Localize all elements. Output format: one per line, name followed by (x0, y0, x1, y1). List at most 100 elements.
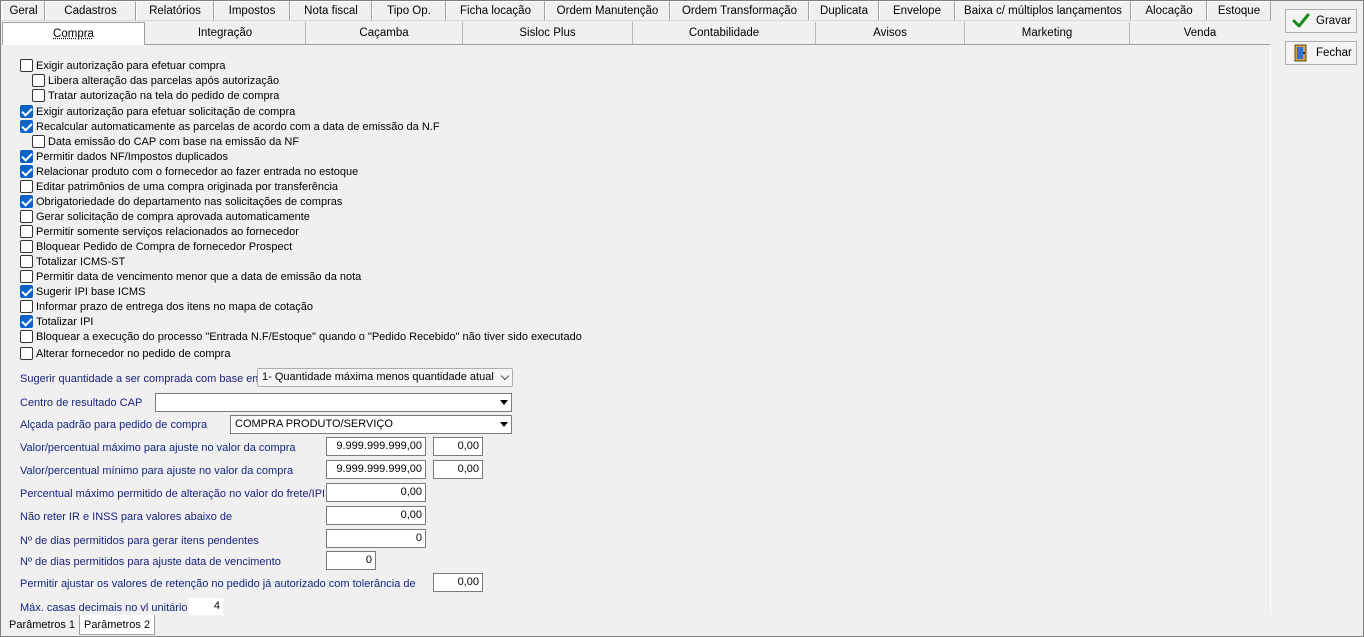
option-row[interactable]: Bloquear Pedido de Compra de fornecedor … (20, 239, 292, 254)
centro-select[interactable] (155, 393, 512, 412)
option-row[interactable]: Exigir autorização para efetuar compra (20, 58, 226, 73)
option-checkbox[interactable] (20, 210, 33, 223)
option-row[interactable]: Data emissão do CAP com base na emissão … (32, 134, 299, 149)
close-button[interactable]: Fechar (1285, 41, 1357, 65)
option-label: Alterar fornecedor no pedido de compra (36, 347, 231, 360)
option-row[interactable]: Totalizar ICMS-ST (20, 254, 125, 269)
option-checkbox[interactable] (20, 180, 33, 193)
tab-avisos[interactable]: Avisos (816, 22, 965, 44)
vmax-label: Valor/percentual máximo para ajuste no v… (20, 442, 296, 454)
tab-parametros-1[interactable]: Parâmetros 1 (5, 615, 79, 635)
option-label: Relacionar produto com o fornecedor ao f… (36, 165, 359, 178)
vmin-percent-input[interactable]: 0,00 (433, 460, 483, 479)
tab-geral[interactable]: Geral (2, 1, 45, 21)
option-row[interactable]: Alterar fornecedor no pedido de compra (20, 346, 230, 361)
option-checkbox[interactable] (20, 270, 33, 283)
vmax-percent-input[interactable]: 0,00 (433, 437, 483, 456)
tab-ficha-locacao[interactable]: Ficha locação (446, 1, 545, 21)
option-row[interactable]: Exigir autorização para efetuar solicita… (20, 104, 295, 119)
option-label: Totalizar ICMS-ST (36, 255, 126, 268)
tab-integracao[interactable]: Integração (145, 22, 306, 44)
sugerir-select[interactable]: 1- Quantidade máxima menos quantidade at… (257, 368, 513, 387)
tab-row-secondary: Compra Integração Caçamba Sisloc Plus Co… (2, 22, 1270, 45)
option-checkbox[interactable] (32, 135, 45, 148)
vmin-value-input[interactable]: 9.999.999.999,00 (326, 460, 426, 479)
option-checkbox[interactable] (20, 330, 33, 343)
option-checkbox[interactable] (20, 165, 33, 178)
option-row[interactable]: Tratar autorização na tela do pedido de … (32, 88, 279, 103)
tab-estoque[interactable]: Estoque (1207, 1, 1271, 21)
option-row[interactable]: Permitir dados NF/Impostos duplicados (20, 149, 228, 164)
option-row[interactable]: Permitir somente serviços relacionados a… (20, 224, 299, 239)
option-checkbox[interactable] (20, 225, 33, 238)
tab-row-primary: Geral Cadastros Relatórios Impostos Nota… (2, 1, 1271, 21)
tab-ordem-transformacao[interactable]: Ordem Transformação (670, 1, 809, 21)
option-row[interactable]: Editar patrimônios de uma compra origina… (20, 179, 338, 194)
option-checkbox[interactable] (20, 285, 33, 298)
retencao-label: Permitir ajustar os valores de retenção … (20, 578, 416, 590)
dias-itens-input[interactable]: 0 (326, 529, 426, 548)
option-checkbox[interactable] (20, 240, 33, 253)
sugerir-label: Sugerir quantidade a ser comprada com ba… (20, 373, 262, 385)
tab-alocacao[interactable]: Alocação (1131, 1, 1207, 21)
option-checkbox[interactable] (20, 195, 33, 208)
option-label: Exigir autorização para efetuar compra (36, 59, 226, 72)
option-checkbox[interactable] (32, 74, 45, 87)
dias-venc-input[interactable]: 0 (326, 551, 376, 570)
tab-compra[interactable]: Compra (2, 22, 145, 45)
option-checkbox[interactable] (20, 347, 33, 360)
tab-cacamba[interactable]: Caçamba (306, 22, 463, 44)
option-checkbox[interactable] (32, 89, 45, 102)
option-checkbox[interactable] (20, 150, 33, 163)
alcada-select[interactable]: COMPRA PRODUTO/SERVIÇO (230, 415, 512, 434)
ir-inss-input[interactable]: 0,00 (326, 506, 426, 525)
option-checkbox[interactable] (20, 120, 33, 133)
dropdown-arrow-icon (496, 394, 511, 411)
tab-baixa-multiplos[interactable]: Baixa c/ múltiplos lançamentos (955, 1, 1131, 21)
centro-label: Centro de resultado CAP (20, 397, 143, 409)
option-row[interactable]: Obrigatoriedade do departamento nas soli… (20, 194, 342, 209)
tab-contabilidade[interactable]: Contabilidade (633, 22, 816, 44)
option-row[interactable]: Permitir data de vencimento menor que a … (20, 269, 361, 284)
frete-input[interactable]: 0,00 (326, 483, 426, 502)
tab-compra-label: Compra (53, 28, 94, 40)
tab-duplicata[interactable]: Duplicata (809, 1, 879, 21)
tab-cadastros[interactable]: Cadastros (45, 1, 136, 21)
tab-relatorios[interactable]: Relatórios (136, 1, 214, 21)
option-row[interactable]: Informar prazo de entrega dos itens no m… (20, 299, 313, 314)
tab-sisloc-plus[interactable]: Sisloc Plus (463, 22, 633, 44)
option-row[interactable]: Bloquear a execução do processo "Entrada… (20, 329, 582, 344)
dias-itens-label: Nº de dias permitidos para gerar itens p… (20, 535, 259, 547)
tab-ordem-manutencao[interactable]: Ordem Manutenção (545, 1, 670, 21)
casas-input[interactable]: 4 (188, 597, 224, 616)
option-label: Editar patrimônios de uma compra origina… (36, 180, 339, 193)
option-row[interactable]: Relacionar produto com o fornecedor ao f… (20, 164, 358, 179)
alcada-select-value: COMPRA PRODUTO/SERVIÇO (235, 418, 393, 430)
frete-label: Percentual máximo permitido de alteração… (20, 488, 326, 500)
compra-panel: Exigir autorização para efetuar compra Li… (5, 46, 1271, 616)
option-checkbox[interactable] (20, 59, 33, 72)
tab-nota-fiscal[interactable]: Nota fiscal (290, 1, 372, 21)
option-label: Data emissão do CAP com base na emissão … (48, 135, 300, 148)
option-label: Gerar solicitação de compra aprovada aut… (36, 210, 310, 223)
tab-impostos[interactable]: Impostos (214, 1, 290, 21)
tab-venda[interactable]: Venda (1130, 22, 1270, 44)
option-checkbox[interactable] (20, 105, 33, 118)
vmax-value-input[interactable]: 9.999.999.999,00 (326, 437, 426, 456)
tab-parametros-2[interactable]: Parâmetros 2 (79, 615, 156, 635)
option-checkbox[interactable] (20, 255, 33, 268)
option-label: Informar prazo de entrega dos itens no m… (36, 300, 314, 313)
option-row[interactable]: Libera alteração das parcelas após autor… (32, 73, 279, 88)
option-row[interactable]: Gerar solicitação de compra aprovada aut… (20, 209, 310, 224)
option-checkbox[interactable] (20, 300, 33, 313)
option-row[interactable]: Totalizar IPI (20, 314, 93, 329)
tab-envelope[interactable]: Envelope (879, 1, 955, 21)
option-checkbox[interactable] (20, 315, 33, 328)
option-row[interactable]: Sugerir IPI base ICMS (20, 284, 145, 299)
tab-marketing[interactable]: Marketing (965, 22, 1130, 44)
sugerir-select-value: 1- Quantidade máxima menos quantidade at… (262, 371, 494, 383)
retencao-input[interactable]: 0,00 (433, 573, 483, 592)
option-row[interactable]: Recalcular automaticamente as parcelas d… (20, 119, 440, 134)
tab-tipo-op[interactable]: Tipo Op. (372, 1, 446, 21)
save-button[interactable]: Gravar (1285, 9, 1357, 33)
